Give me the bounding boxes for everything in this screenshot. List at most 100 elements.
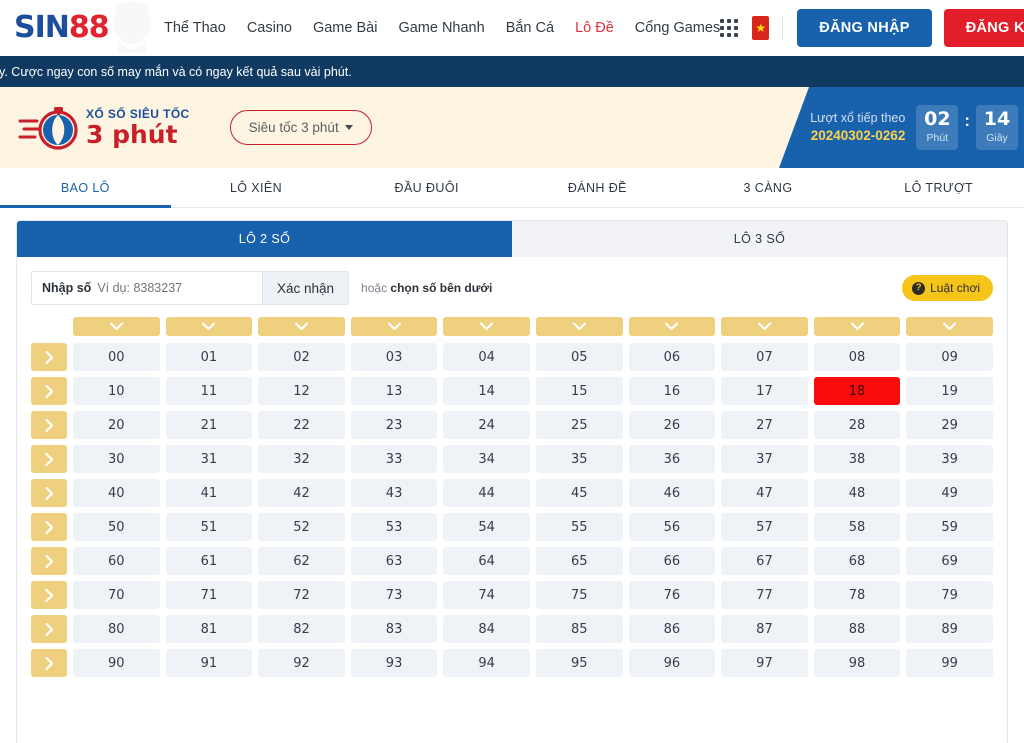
number-cell-55[interactable]: 55	[536, 513, 623, 541]
number-cell-61[interactable]: 61	[166, 547, 253, 575]
column-select-2[interactable]	[258, 317, 345, 336]
number-cell-01[interactable]: 01	[166, 343, 253, 371]
number-cell-24[interactable]: 24	[443, 411, 530, 439]
number-cell-86[interactable]: 86	[629, 615, 716, 643]
row-select-3[interactable]	[31, 445, 67, 473]
number-cell-39[interactable]: 39	[906, 445, 993, 473]
number-cell-20[interactable]: 20	[73, 411, 160, 439]
number-cell-12[interactable]: 12	[258, 377, 345, 405]
number-cell-21[interactable]: 21	[166, 411, 253, 439]
tab-lo-xien[interactable]: LÔ XIÊN	[171, 168, 342, 207]
number-cell-92[interactable]: 92	[258, 649, 345, 677]
number-cell-79[interactable]: 79	[906, 581, 993, 609]
number-cell-87[interactable]: 87	[721, 615, 808, 643]
number-cell-27[interactable]: 27	[721, 411, 808, 439]
number-cell-69[interactable]: 69	[906, 547, 993, 575]
number-cell-09[interactable]: 09	[906, 343, 993, 371]
row-select-8[interactable]	[31, 615, 67, 643]
number-cell-73[interactable]: 73	[351, 581, 438, 609]
number-cell-53[interactable]: 53	[351, 513, 438, 541]
column-select-0[interactable]	[73, 317, 160, 336]
number-cell-23[interactable]: 23	[351, 411, 438, 439]
number-cell-28[interactable]: 28	[814, 411, 901, 439]
number-cell-54[interactable]: 54	[443, 513, 530, 541]
number-cell-45[interactable]: 45	[536, 479, 623, 507]
row-select-4[interactable]	[31, 479, 67, 507]
number-input[interactable]	[97, 281, 252, 295]
nav-item-game-bai[interactable]: Game Bài	[313, 20, 377, 36]
number-cell-37[interactable]: 37	[721, 445, 808, 473]
column-select-6[interactable]	[629, 317, 716, 336]
site-logo[interactable]: SIN88	[14, 5, 154, 51]
tab-dau-duoi[interactable]: ĐẦU ĐUÔI	[341, 168, 512, 207]
number-cell-82[interactable]: 82	[258, 615, 345, 643]
tab-lo-truot[interactable]: LÔ TRƯỢT	[853, 168, 1024, 207]
nav-item-cong-games[interactable]: Cổng Games	[635, 20, 720, 36]
nav-item-casino[interactable]: Casino	[247, 20, 292, 36]
number-cell-59[interactable]: 59	[906, 513, 993, 541]
number-cell-10[interactable]: 10	[73, 377, 160, 405]
number-cell-32[interactable]: 32	[258, 445, 345, 473]
number-cell-02[interactable]: 02	[258, 343, 345, 371]
number-cell-76[interactable]: 76	[629, 581, 716, 609]
number-cell-17[interactable]: 17	[721, 377, 808, 405]
number-cell-77[interactable]: 77	[721, 581, 808, 609]
number-cell-11[interactable]: 11	[166, 377, 253, 405]
tab-bao-lo[interactable]: BAO LÔ	[0, 168, 171, 207]
number-cell-49[interactable]: 49	[906, 479, 993, 507]
number-cell-25[interactable]: 25	[536, 411, 623, 439]
column-select-3[interactable]	[351, 317, 438, 336]
number-cell-19[interactable]: 19	[906, 377, 993, 405]
number-cell-84[interactable]: 84	[443, 615, 530, 643]
nav-item-lo-de[interactable]: Lô Đề	[575, 20, 614, 36]
number-cell-98[interactable]: 98	[814, 649, 901, 677]
sub-tab-lo-2-so[interactable]: LÔ 2 SỐ	[17, 221, 512, 257]
column-select-9[interactable]	[906, 317, 993, 336]
number-cell-64[interactable]: 64	[443, 547, 530, 575]
number-cell-88[interactable]: 88	[814, 615, 901, 643]
column-select-8[interactable]	[814, 317, 901, 336]
number-cell-99[interactable]: 99	[906, 649, 993, 677]
number-cell-16[interactable]: 16	[629, 377, 716, 405]
number-cell-78[interactable]: 78	[814, 581, 901, 609]
number-cell-58[interactable]: 58	[814, 513, 901, 541]
rules-button[interactable]: ? Luật chơi	[902, 275, 993, 301]
tab-3-cang[interactable]: 3 CÀNG	[683, 168, 854, 207]
number-cell-41[interactable]: 41	[166, 479, 253, 507]
number-cell-29[interactable]: 29	[906, 411, 993, 439]
number-cell-44[interactable]: 44	[443, 479, 530, 507]
number-cell-46[interactable]: 46	[629, 479, 716, 507]
number-cell-38[interactable]: 38	[814, 445, 901, 473]
number-cell-57[interactable]: 57	[721, 513, 808, 541]
number-cell-03[interactable]: 03	[351, 343, 438, 371]
number-cell-70[interactable]: 70	[73, 581, 160, 609]
number-cell-15[interactable]: 15	[536, 377, 623, 405]
confirm-button[interactable]: Xác nhận	[263, 271, 349, 305]
column-select-5[interactable]	[536, 317, 623, 336]
nav-item-ban-ca[interactable]: Bắn Cá	[506, 20, 554, 36]
number-cell-07[interactable]: 07	[721, 343, 808, 371]
number-cell-80[interactable]: 80	[73, 615, 160, 643]
column-select-1[interactable]	[166, 317, 253, 336]
number-cell-00[interactable]: 00	[73, 343, 160, 371]
number-cell-48[interactable]: 48	[814, 479, 901, 507]
number-cell-95[interactable]: 95	[536, 649, 623, 677]
register-button[interactable]: ĐĂNG KÝ	[944, 9, 1024, 47]
column-select-4[interactable]	[443, 317, 530, 336]
tab-danh-de[interactable]: ĐÁNH ĐỀ	[512, 168, 683, 207]
number-cell-65[interactable]: 65	[536, 547, 623, 575]
number-cell-62[interactable]: 62	[258, 547, 345, 575]
number-cell-04[interactable]: 04	[443, 343, 530, 371]
number-cell-68[interactable]: 68	[814, 547, 901, 575]
number-cell-52[interactable]: 52	[258, 513, 345, 541]
number-cell-51[interactable]: 51	[166, 513, 253, 541]
number-cell-36[interactable]: 36	[629, 445, 716, 473]
number-cell-63[interactable]: 63	[351, 547, 438, 575]
number-cell-33[interactable]: 33	[351, 445, 438, 473]
number-cell-34[interactable]: 34	[443, 445, 530, 473]
number-cell-18[interactable]: 18	[814, 377, 901, 405]
number-cell-56[interactable]: 56	[629, 513, 716, 541]
sub-tab-lo-3-so[interactable]: LÔ 3 SỐ	[512, 221, 1007, 257]
number-cell-66[interactable]: 66	[629, 547, 716, 575]
row-select-2[interactable]	[31, 411, 67, 439]
